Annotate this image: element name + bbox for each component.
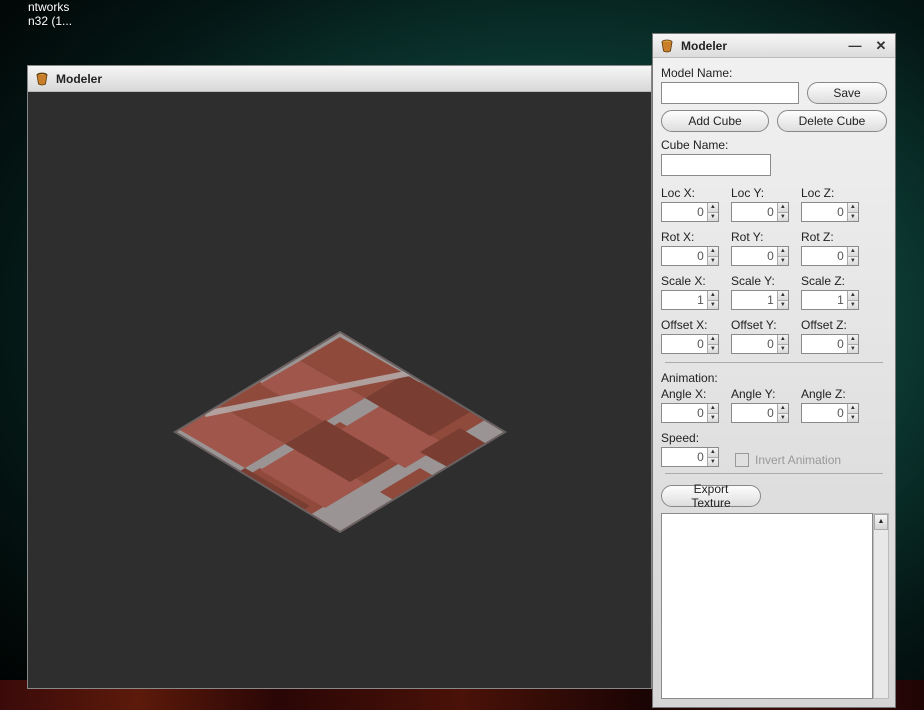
separator xyxy=(665,473,883,474)
listbox-scrollbar[interactable]: ▲ xyxy=(873,513,889,699)
invert-animation-label: Invert Animation xyxy=(755,453,841,467)
model-name-label: Model Name: xyxy=(661,66,887,80)
rot-x-spinner[interactable]: ▲▼ xyxy=(661,246,719,266)
offset-z-spinner[interactable]: ▲▼ xyxy=(801,334,859,354)
angle-y-spinner[interactable]: ▲▼ xyxy=(731,403,789,423)
loc-z-spinner[interactable]: ▲▼ xyxy=(801,202,859,222)
scale-z-spinner[interactable]: ▲▼ xyxy=(801,290,859,310)
panel-body: Model Name: Save Add Cube Delete Cube Cu… xyxy=(653,58,895,703)
minimize-button[interactable]: — xyxy=(847,38,863,54)
speed-spinner[interactable]: ▲▼ xyxy=(661,447,719,467)
angle-x-spinner[interactable]: ▲▼ xyxy=(661,403,719,423)
rot-row: Rot X:▲▼ Rot Y:▲▼ Rot Z:▲▼ xyxy=(661,230,887,266)
brick-tile-model xyxy=(165,322,515,542)
scale-x-spinner[interactable]: ▲▼ xyxy=(661,290,719,310)
cube-name-label: Cube Name: xyxy=(661,138,887,152)
loc-row: Loc X:▲▼ Loc Y:▲▼ Loc Z:▲▼ xyxy=(661,186,887,222)
desktop-icon-text: ntworks n32 (1... xyxy=(28,0,72,28)
angle-row: Angle X:▲▼ Angle Y:▲▼ Angle Z:▲▼ xyxy=(661,387,887,423)
cube-listbox[interactable] xyxy=(661,513,873,699)
offset-row: Offset X:▲▼ Offset Y:▲▼ Offset Z:▲▼ xyxy=(661,318,887,354)
viewport-canvas[interactable] xyxy=(28,92,651,688)
rot-y-spinner[interactable]: ▲▼ xyxy=(731,246,789,266)
bucket-icon xyxy=(34,71,50,87)
save-button[interactable]: Save xyxy=(807,82,887,104)
separator xyxy=(665,362,883,363)
panel-title: Modeler xyxy=(681,39,727,53)
viewport-title: Modeler xyxy=(56,72,102,86)
offset-x-spinner[interactable]: ▲▼ xyxy=(661,334,719,354)
bucket-icon xyxy=(659,38,675,54)
panel-titlebar[interactable]: Modeler — ✕ xyxy=(653,34,895,58)
delete-cube-button[interactable]: Delete Cube xyxy=(777,110,887,132)
loc-x-spinner[interactable]: ▲▼ xyxy=(661,202,719,222)
loc-y-spinner[interactable]: ▲▼ xyxy=(731,202,789,222)
speed-label: Speed: xyxy=(661,431,719,445)
viewport-titlebar[interactable]: Modeler xyxy=(28,66,651,92)
scale-row: Scale X:▲▼ Scale Y:▲▼ Scale Z:▲▼ xyxy=(661,274,887,310)
add-cube-button[interactable]: Add Cube xyxy=(661,110,769,132)
offset-y-spinner[interactable]: ▲▼ xyxy=(731,334,789,354)
animation-label: Animation: xyxy=(661,371,887,385)
rot-z-spinner[interactable]: ▲▼ xyxy=(801,246,859,266)
scale-y-spinner[interactable]: ▲▼ xyxy=(731,290,789,310)
angle-z-spinner[interactable]: ▲▼ xyxy=(801,403,859,423)
cube-name-input[interactable] xyxy=(661,154,771,176)
scroll-up-icon[interactable]: ▲ xyxy=(874,514,888,530)
panel-window: Modeler — ✕ Model Name: Save Add Cube De… xyxy=(652,33,896,708)
export-texture-button[interactable]: Export Texture xyxy=(661,485,761,507)
viewport-window: Modeler xyxy=(27,65,652,689)
model-name-input[interactable] xyxy=(661,82,799,104)
invert-animation-checkbox[interactable] xyxy=(735,453,749,467)
close-button[interactable]: ✕ xyxy=(873,38,889,54)
